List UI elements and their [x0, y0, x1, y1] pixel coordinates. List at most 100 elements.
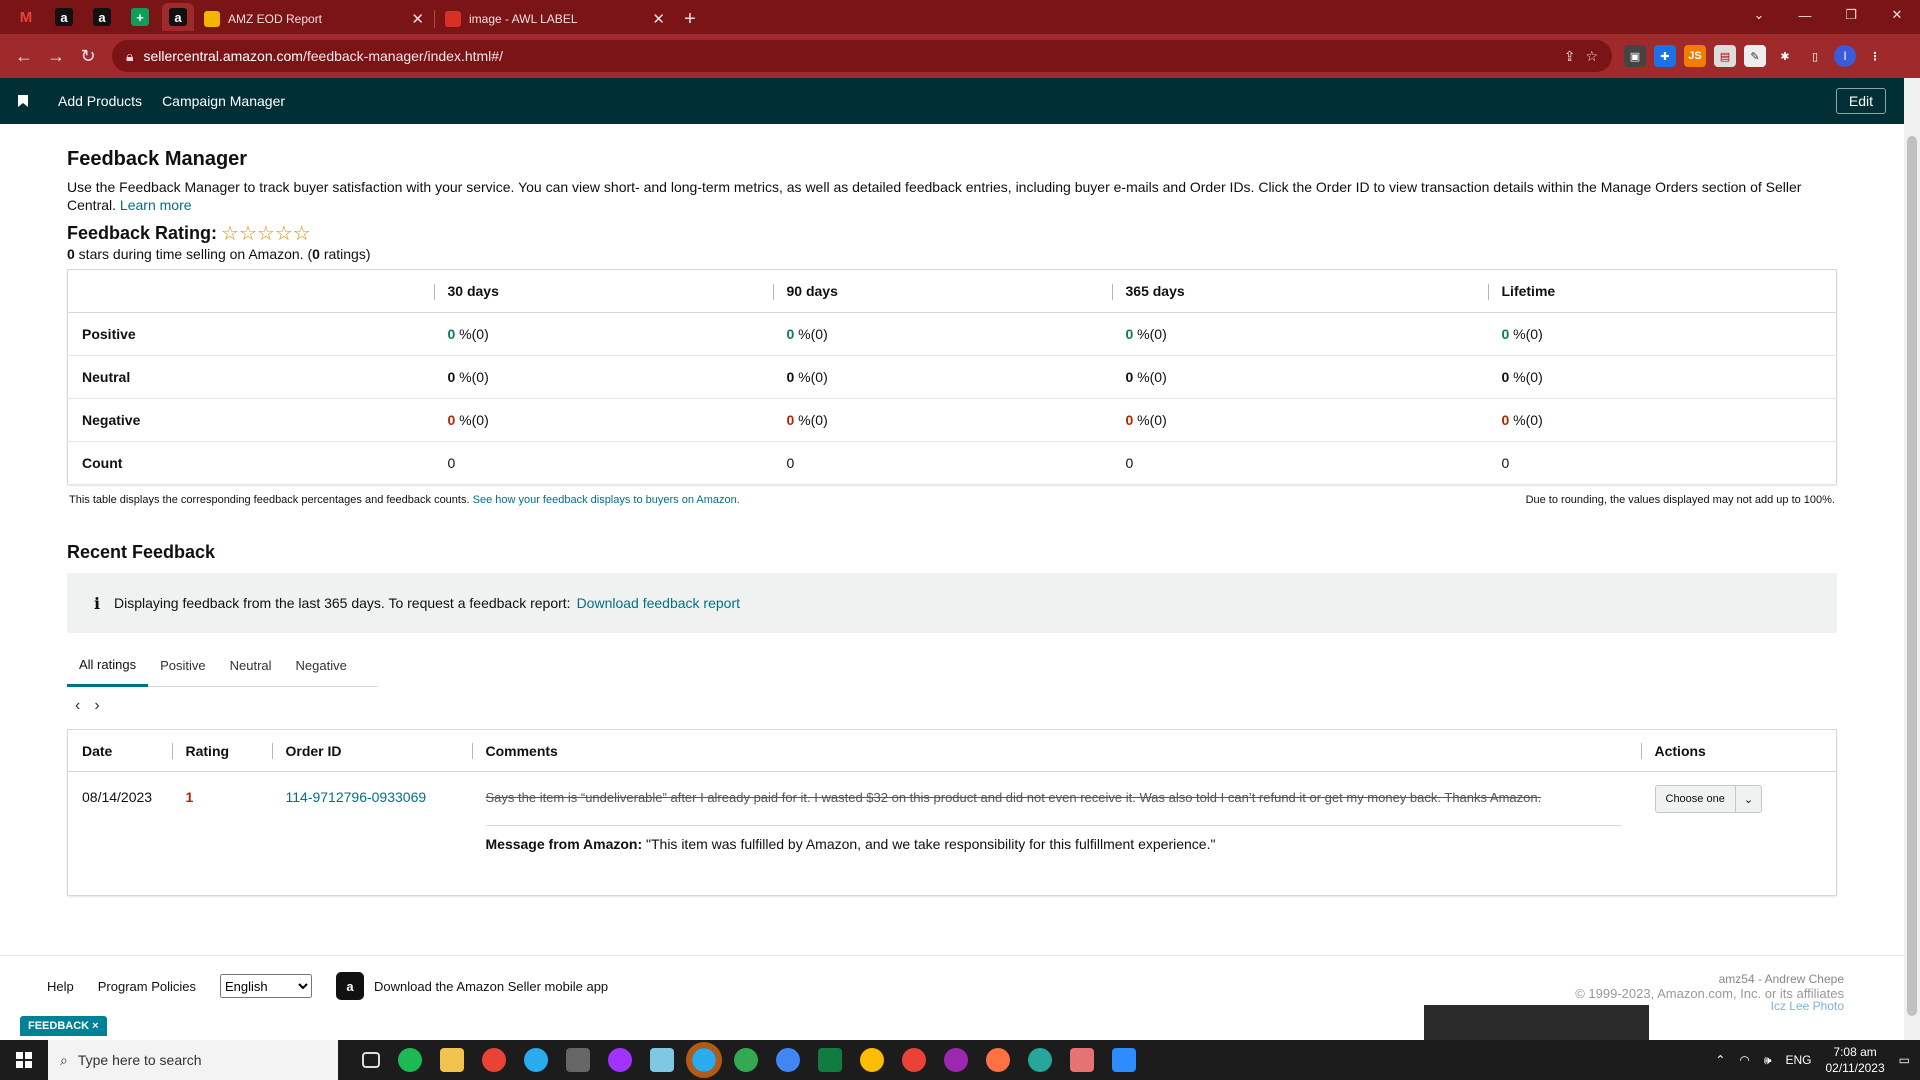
actions-dropdown[interactable]: Choose one ⌄: [1654, 785, 1763, 813]
windows-start-icon[interactable]: [0, 1040, 48, 1080]
info-icon: i: [94, 593, 101, 613]
tab-negative[interactable]: Negative: [284, 645, 359, 686]
learn-more-link[interactable]: Learn more: [120, 197, 192, 213]
chrome-profile-icon[interactable]: [776, 1048, 800, 1072]
restore-icon[interactable]: ❐: [1828, 0, 1874, 30]
info-text: Displaying feedback from the last 365 da…: [114, 595, 571, 611]
pinned-tab-amazon-active[interactable]: a: [162, 3, 194, 31]
page-scrollbar[interactable]: [1904, 78, 1920, 1040]
entry-date: 08/14/2023: [82, 789, 153, 805]
feedback-badge[interactable]: FEEDBACK ×: [20, 1016, 107, 1036]
tab-search-icon[interactable]: ⌄: [1736, 0, 1782, 30]
telegram-icon[interactable]: [524, 1048, 548, 1072]
comment-text: Says the item is “undeliverable” after I…: [485, 790, 1542, 805]
extension-off-icon[interactable]: ▣: [1624, 45, 1646, 67]
tab-title: AMZ EOD Report: [228, 12, 323, 26]
spotify-icon[interactable]: [398, 1048, 422, 1072]
pinned-tab-gmail[interactable]: M: [10, 3, 42, 31]
calculator-icon[interactable]: [566, 1048, 590, 1072]
side-panel-icon[interactable]: ▯: [1804, 45, 1826, 67]
page-title: Feedback Manager: [67, 148, 248, 170]
zoom-icon[interactable]: [1112, 1048, 1136, 1072]
forward-icon[interactable]: →: [40, 40, 72, 72]
taskbar-search[interactable]: ⌕ Type here to search: [48, 1040, 338, 1080]
tab-positive[interactable]: Positive: [148, 645, 218, 686]
close-tab-icon[interactable]: ✕: [411, 10, 424, 28]
messenger-icon[interactable]: [608, 1048, 632, 1072]
edit-nav-button[interactable]: Edit: [1835, 88, 1886, 114]
footer-policies-link[interactable]: Program Policies: [98, 979, 196, 994]
tray-expand-icon[interactable]: ⌃: [1715, 1053, 1725, 1067]
notifications-icon[interactable]: ▭: [1899, 1053, 1910, 1067]
see-feedback-display-link[interactable]: See how your feedback displays to buyers…: [473, 494, 740, 506]
metrics-row-label: Count: [67, 441, 434, 485]
tab-awl-label[interactable]: image - AWL LABEL ✕: [435, 4, 675, 34]
metrics-percent: %(0): [1133, 412, 1167, 428]
tab-neutral[interactable]: Neutral: [218, 645, 284, 686]
new-tab-icon[interactable]: +: [675, 4, 705, 34]
minimize-icon[interactable]: —: [1782, 0, 1828, 30]
metrics-row-label: Negative: [67, 398, 434, 442]
volume-icon[interactable]: 🕪︎: [1764, 1053, 1772, 1068]
prev-page-icon[interactable]: ‹: [75, 697, 80, 715]
header-date: Date: [67, 729, 172, 772]
language-select[interactable]: English: [220, 974, 313, 998]
bookmark-star-icon[interactable]: ☆: [1585, 48, 1598, 65]
language-indicator[interactable]: ENG: [1785, 1053, 1811, 1067]
mobile-app-link[interactable]: a Download the Amazon Seller mobile app: [336, 972, 608, 1000]
tab-all-ratings[interactable]: All ratings: [67, 645, 149, 687]
extension-js-icon[interactable]: JS: [1684, 45, 1706, 67]
task-view-icon[interactable]: [362, 1052, 380, 1068]
nav-add-products[interactable]: Add Products: [58, 93, 142, 109]
back-icon[interactable]: ←: [8, 40, 40, 72]
menu-kebab-icon[interactable]: ⋮: [1864, 45, 1886, 67]
bookmark-icon[interactable]: [18, 95, 28, 107]
notepad-icon[interactable]: [650, 1048, 674, 1072]
footer-help-link[interactable]: Help: [47, 979, 74, 994]
metrics-note-left: This table displays the corresponding fe…: [69, 494, 740, 506]
chrome-profile-icon[interactable]: [902, 1048, 926, 1072]
metrics-cell: 0 %(0): [772, 312, 1112, 356]
metrics-cell: 0 %(0): [433, 312, 773, 356]
order-id-link[interactable]: 114-9712796-0933069: [286, 789, 427, 805]
tab-amz-eod-report[interactable]: AMZ EOD Report ✕: [194, 4, 434, 34]
chrome-profile-icon[interactable]: [944, 1048, 968, 1072]
extensions-puzzle-icon[interactable]: ✱: [1774, 45, 1796, 67]
nav-campaign-manager[interactable]: Campaign Manager: [162, 93, 285, 109]
wifi-icon[interactable]: ◠: [1739, 1053, 1749, 1067]
lock-icon[interactable]: 🔒︎: [126, 48, 133, 65]
address-bar[interactable]: 🔒︎ sellercentral.amazon.com/feedback-man…: [112, 40, 1612, 72]
chrome-icon[interactable]: [482, 1048, 506, 1072]
extension-edit-icon[interactable]: ✎: [1744, 45, 1766, 67]
metrics-value: 0: [1125, 455, 1134, 471]
telegram-active-icon[interactable]: [686, 1042, 722, 1078]
pinned-tab-amazon-1[interactable]: a: [48, 3, 80, 31]
excel-icon[interactable]: [818, 1048, 842, 1072]
chrome-profile-icon[interactable]: [986, 1048, 1010, 1072]
chrome-profile-icon[interactable]: [734, 1048, 758, 1072]
scrollbar-thumb[interactable]: [1907, 136, 1917, 1016]
metrics-cell: 0 %(0): [1487, 312, 1837, 356]
profile-avatar[interactable]: I: [1834, 45, 1856, 67]
seller-central-nav: Add Products Campaign Manager Edit: [0, 78, 1904, 124]
next-page-icon[interactable]: ›: [94, 697, 99, 715]
feedback-metrics-table: 30 days 90 days 365 days Lifetime Positi…: [67, 269, 1837, 485]
chrome-profile-icon[interactable]: [860, 1048, 884, 1072]
extension-puzzle-blue-icon[interactable]: ✚: [1654, 45, 1676, 67]
metrics-percent: %(0): [1133, 326, 1167, 342]
share-icon[interactable]: ⇪: [1564, 48, 1576, 65]
metrics-cell: 0 %(0): [1111, 355, 1488, 399]
close-window-icon[interactable]: ✕: [1874, 0, 1920, 30]
pinned-tab-amazon-2[interactable]: a: [86, 3, 118, 31]
snipping-tool-icon[interactable]: [1070, 1048, 1094, 1072]
extension-card-icon[interactable]: ▤: [1714, 45, 1736, 67]
chrome-profile-icon[interactable]: [1028, 1048, 1052, 1072]
pinned-tab-sheets[interactable]: +: [124, 3, 156, 31]
reload-icon[interactable]: ↻: [72, 40, 104, 72]
metrics-percent: %(0): [794, 369, 828, 385]
taskbar-clock[interactable]: 7:08 am 02/11/2023: [1825, 1044, 1884, 1076]
download-feedback-report-link[interactable]: Download feedback report: [577, 595, 740, 611]
close-tab-icon[interactable]: ✕: [652, 10, 665, 28]
file-explorer-icon[interactable]: [440, 1048, 464, 1072]
tab-title: image - AWL LABEL: [469, 12, 578, 26]
